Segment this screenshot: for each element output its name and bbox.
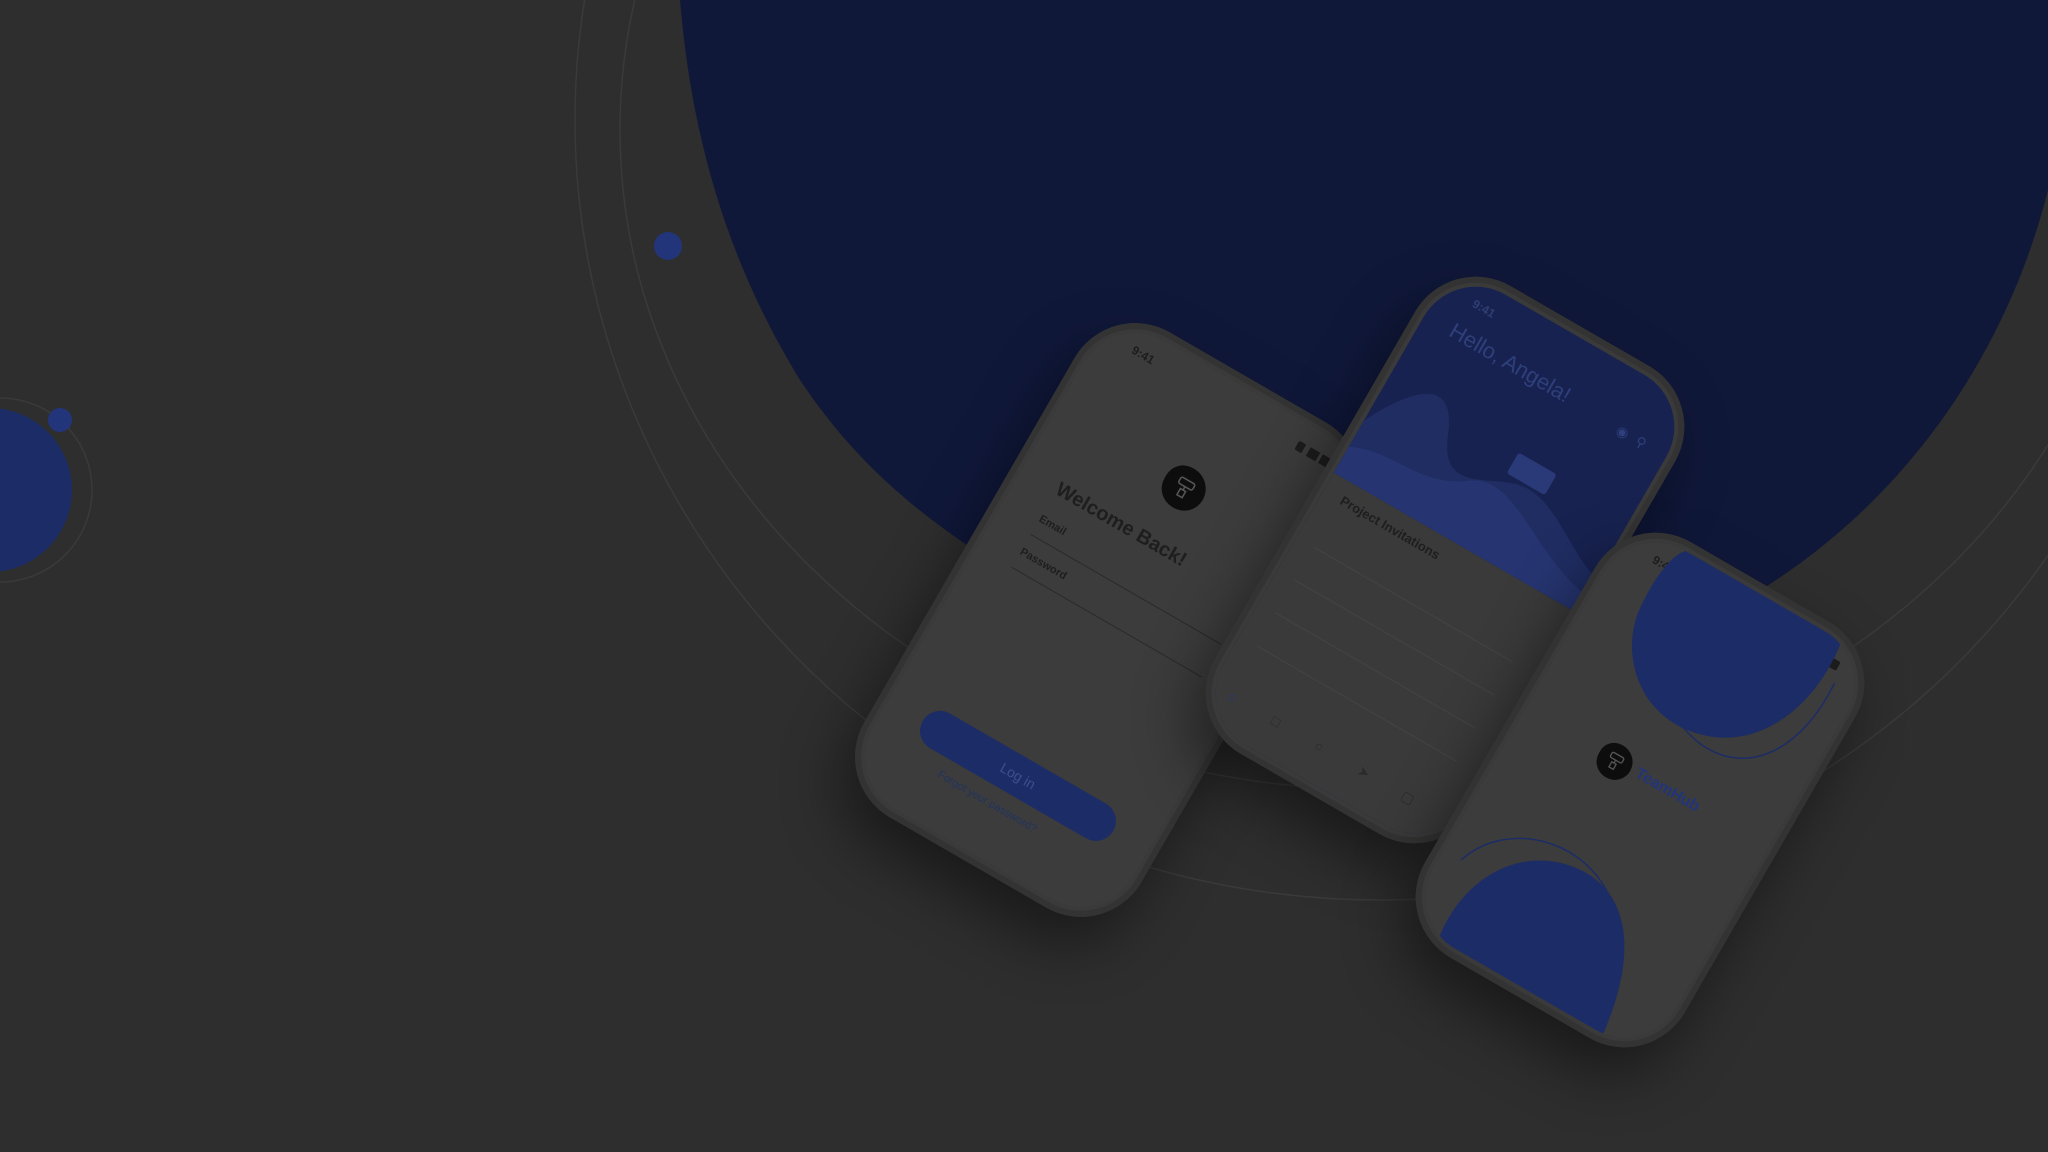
left-small-dot (48, 408, 72, 432)
brand-name: TeamHub (1632, 764, 1703, 816)
nav-icon[interactable]: ○ (1312, 737, 1327, 755)
status-time: 9:41 (1129, 343, 1158, 368)
nav-icon[interactable]: □ (1268, 712, 1283, 730)
search-icon[interactable]: ⚲ (1632, 433, 1650, 453)
email-field[interactable] (1030, 533, 1222, 645)
bell-icon[interactable]: ◉ (1613, 422, 1633, 443)
nav-icon[interactable]: ▢ (1398, 787, 1417, 808)
orbit-dot-blue (654, 232, 682, 260)
home-icon[interactable]: ⌂ (1225, 687, 1240, 705)
login-button-label: Log in (997, 759, 1039, 793)
nav-icon[interactable]: ➤ (1354, 762, 1373, 783)
left-blue-circle (0, 408, 72, 572)
password-field[interactable] (1011, 566, 1203, 678)
app-logo-icon (1153, 458, 1215, 519)
status-time: 9:41 (1469, 296, 1498, 321)
email-label: Email (1036, 513, 1069, 539)
